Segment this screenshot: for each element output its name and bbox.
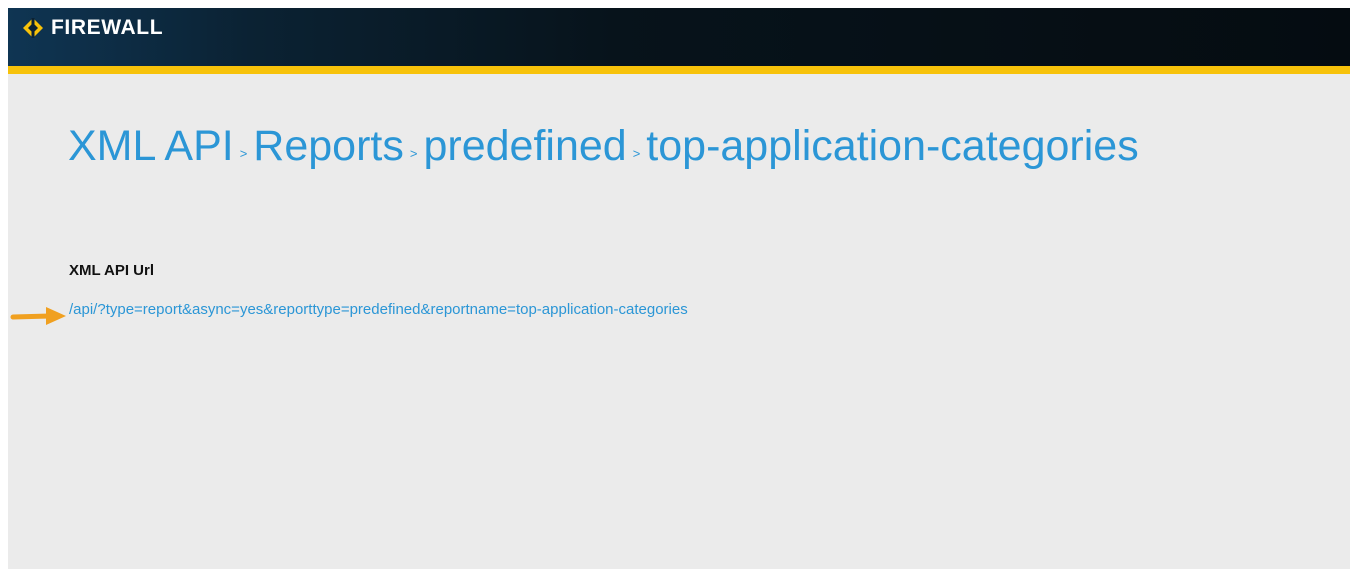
chevron-diamond-icon [23, 18, 43, 38]
header-accent-stripe [8, 66, 1350, 74]
breadcrumb-item-predefined[interactable]: predefined [423, 118, 626, 174]
api-url-link[interactable]: /api/?type=report&async=yes&reporttype=p… [69, 301, 688, 318]
breadcrumb-separator-icon: > [632, 146, 641, 161]
xml-api-url-label: XML API Url [69, 262, 155, 279]
breadcrumb-separator-icon: > [409, 146, 418, 161]
breadcrumb-item-reports[interactable]: Reports [253, 118, 404, 174]
brand-name: FIREWALL [51, 16, 164, 39]
breadcrumb-item-current: top-application-categories [646, 122, 1139, 170]
page-frame: FIREWALL XML API > Reports > predefined … [8, 8, 1350, 569]
breadcrumb-item-xml-api[interactable]: XML API [68, 118, 234, 174]
top-navigation-bar: FIREWALL [8, 8, 1350, 66]
breadcrumb: XML API > Reports > predefined > top-app… [68, 118, 1139, 184]
brand[interactable]: FIREWALL [22, 15, 163, 41]
breadcrumb-separator-icon: > [239, 146, 248, 161]
arrow-right-icon [10, 307, 66, 325]
